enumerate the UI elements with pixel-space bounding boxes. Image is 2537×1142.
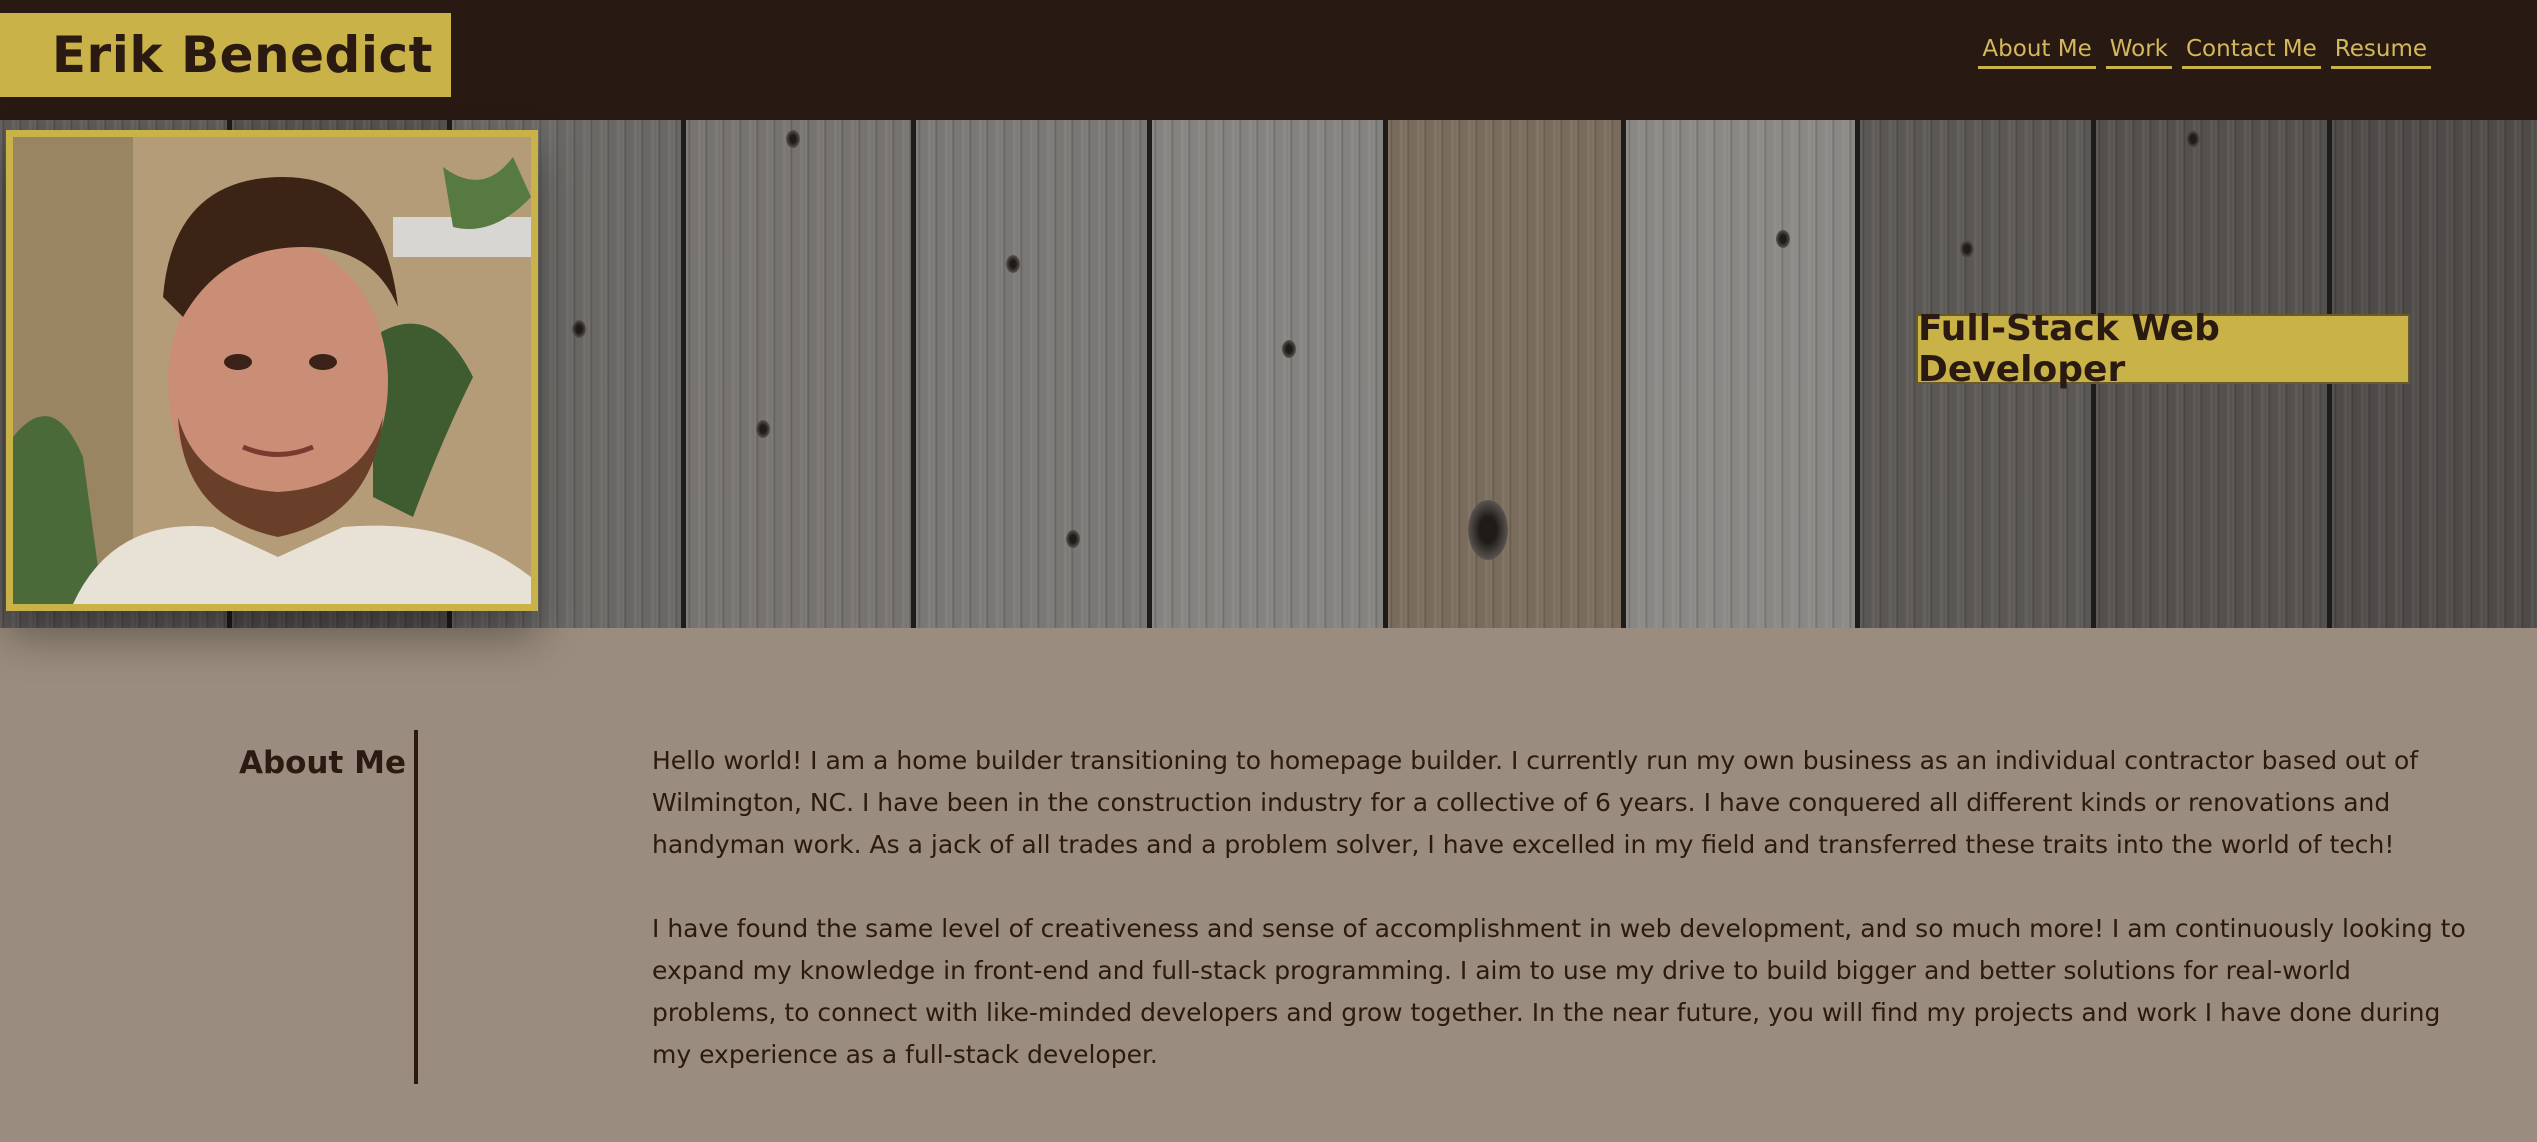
wood-plank xyxy=(1152,120,1388,628)
brand-name: Erik Benedict xyxy=(51,26,433,84)
tagline-text: Full-Stack Web Developer xyxy=(1918,308,2220,390)
main-nav: About Me Work Contact Me Resume xyxy=(1978,36,2431,69)
brand-block[interactable]: Erik Benedict xyxy=(0,13,451,97)
portrait-image xyxy=(13,137,531,604)
about-paragraph: Hello world! I am a home builder transit… xyxy=(652,746,2419,859)
about-title: About Me xyxy=(238,745,406,781)
wood-plank xyxy=(686,120,916,628)
wood-plank xyxy=(1626,120,1860,628)
tagline-badge: Full-Stack Web Developer xyxy=(1916,308,2410,390)
about-body: Hello world! I am a home builder transit… xyxy=(652,740,2472,1118)
nav-link-work[interactable]: Work xyxy=(2105,36,2172,69)
section-divider xyxy=(414,730,418,1084)
nav-link-contact-me[interactable]: Contact Me xyxy=(2181,36,2321,69)
site-header: Erik Benedict About Me Work Contact Me R… xyxy=(0,0,2537,120)
wood-plank xyxy=(1388,120,1626,628)
about-paragraph: I have found the same level of creativen… xyxy=(652,914,2466,1069)
wood-plank xyxy=(916,120,1152,628)
nav-link-resume[interactable]: Resume xyxy=(2330,36,2431,69)
profile-photo xyxy=(6,130,538,611)
nav-link-about-me[interactable]: About Me xyxy=(1978,36,2096,69)
